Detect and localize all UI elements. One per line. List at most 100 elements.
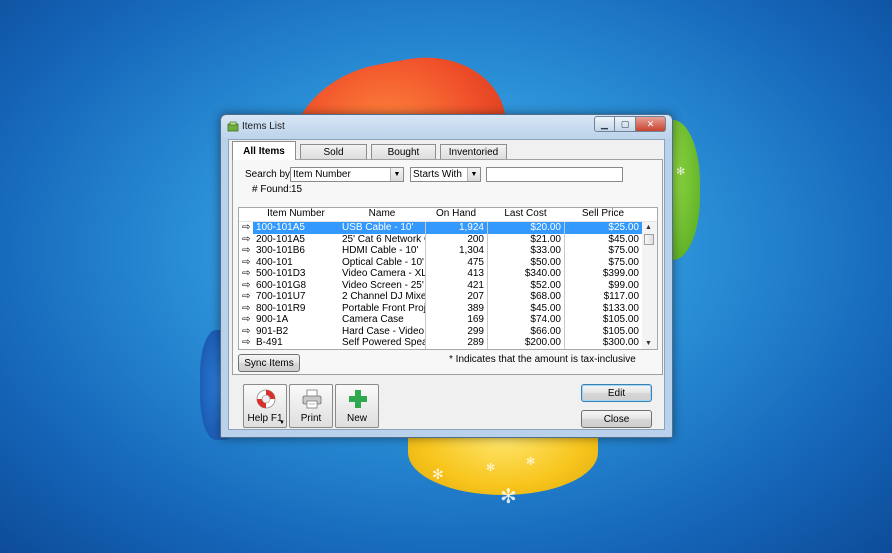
tab-all-items[interactable]: All Items xyxy=(232,141,296,160)
new-button[interactable]: New xyxy=(335,384,379,428)
last-cost-cell: $68.00 xyxy=(487,291,564,303)
item-name-cell: Optical Cable - 10' xyxy=(342,256,424,268)
column-header-last-cost[interactable]: Last Cost xyxy=(487,208,564,221)
close-label: Close xyxy=(603,413,630,425)
item-name-cell: Portable Front Projec xyxy=(342,302,425,314)
item-number-cell: 600-101G8 xyxy=(256,279,307,291)
tab-sold[interactable]: Sold xyxy=(300,144,367,160)
tab-label: All Items xyxy=(243,145,285,157)
items-grid[interactable]: Item Number Name On Hand Last Cost Sell … xyxy=(238,207,658,350)
maximize-icon: ▢ xyxy=(620,118,630,129)
all-items-panel: Search by: Item Number ▼ Starts With ▼ #… xyxy=(232,159,663,375)
item-number-cell: 800-101R9 xyxy=(256,302,306,314)
sell-price-cell: $99.00 xyxy=(564,279,642,291)
window-client-area: All Items Sold Bought Inventoried Search… xyxy=(228,139,665,430)
scrollbar-thumb[interactable] xyxy=(644,234,654,245)
table-row[interactable]: ⇨ 600-101G8 Video Screen - 25' 421 $52.00 $99… xyxy=(239,279,657,291)
sell-price-cell: $105.00 xyxy=(564,325,642,337)
close-button[interactable]: Close xyxy=(581,410,652,428)
column-header-item-number[interactable]: Item Number xyxy=(253,208,339,221)
on-hand-cell: 200 xyxy=(425,233,487,245)
table-row[interactable]: ⇨ 400-101 Optical Cable - 10' 475 $50.00 $75.… xyxy=(239,256,657,268)
search-field-select[interactable]: Item Number ▼ xyxy=(290,167,404,182)
table-row[interactable]: ⇨ 800-101R9 Portable Front Projec389$45.00… xyxy=(239,302,657,314)
item-number-cell: 500-101D3 xyxy=(256,268,306,279)
found-count: 15 xyxy=(291,184,303,195)
item-name-cell: Video Screen - 25' xyxy=(342,279,424,291)
search-mode-value: Starts With xyxy=(413,169,462,180)
wallpaper-sparkle: ✻ xyxy=(526,456,536,468)
edit-button[interactable]: Edit xyxy=(581,384,652,402)
row-indicator-icon: ⇨ xyxy=(242,302,251,314)
last-cost-cell: $200.00 xyxy=(487,337,564,349)
sell-price-cell: $45.00 xyxy=(564,233,642,245)
help-button[interactable]: Help F1 ▼ xyxy=(243,384,287,428)
sell-price-cell: $75.00 xyxy=(564,245,642,257)
table-row[interactable]: ⇨ 901-B2 Hard Case - Video 299 $66.00 $105.00 xyxy=(239,325,657,337)
tab-inventoried[interactable]: Inventoried xyxy=(440,144,507,160)
on-hand-cell: 413 xyxy=(425,268,487,280)
search-by-label: Search by: xyxy=(245,169,293,180)
row-indicator-icon: ⇨ xyxy=(242,256,251,268)
scroll-up-icon[interactable]: ▲ xyxy=(645,224,652,231)
item-number-cell: 400-101 xyxy=(256,256,293,268)
last-cost-cell: $52.00 xyxy=(487,279,564,291)
items-list-window: Items List ▁ ▢ ✕ All Items Sold Bought I… xyxy=(220,114,673,438)
tab-label: Sold xyxy=(323,147,344,158)
item-name-cell: Self Powered Speake xyxy=(342,337,425,348)
new-label: New xyxy=(346,413,367,424)
sync-items-button[interactable]: Sync Items xyxy=(238,354,300,372)
column-header-name[interactable]: Name xyxy=(339,208,425,221)
last-cost-cell: $33.00 xyxy=(487,245,564,257)
item-name-cell: Camera Case xyxy=(342,314,404,325)
on-hand-cell: 299 xyxy=(425,325,487,337)
grid-vertical-scrollbar[interactable]: ▲ ▼ xyxy=(642,222,657,349)
sync-items-label: Sync Items xyxy=(244,357,294,369)
scroll-down-icon[interactable]: ▼ xyxy=(645,340,652,347)
tax-inclusive-note: * Indicates that the amount is tax-inclu… xyxy=(449,354,636,365)
table-row[interactable]: ⇨ 700-101U7 2 Channel DJ Mixer 207 $68.00 $11… xyxy=(239,291,657,303)
row-indicator-icon: ⇨ xyxy=(242,337,251,348)
column-header-sell-price[interactable]: Sell Price xyxy=(564,208,642,221)
sell-price-cell: $25.00 xyxy=(564,222,642,234)
search-input[interactable] xyxy=(486,167,623,182)
row-indicator-icon: ⇨ xyxy=(242,268,251,279)
item-number-cell: B-491 xyxy=(256,337,283,348)
maximize-button[interactable]: ▢ xyxy=(615,116,636,132)
print-button[interactable]: Print xyxy=(289,384,333,428)
item-number-cell: 200-101A5 xyxy=(256,233,305,245)
last-cost-cell: $74.00 xyxy=(487,314,564,326)
table-row[interactable]: ⇨ 500-101D3 Video Camera - XL7 413 $340.00 $3… xyxy=(239,268,657,280)
tab-bought[interactable]: Bought xyxy=(371,144,436,160)
sell-price-cell: $105.00 xyxy=(564,314,642,326)
item-name-cell: 2 Channel DJ Mixer xyxy=(342,291,425,302)
table-row[interactable]: ⇨ 100-101A5 USB Cable - 10' 1,924 $20.00 $25.… xyxy=(239,222,657,234)
window-title: Items List xyxy=(242,121,285,132)
column-header-on-hand[interactable]: On Hand xyxy=(425,208,487,221)
search-field-value: Item Number xyxy=(293,169,351,180)
print-label: Print xyxy=(300,413,322,424)
table-row[interactable]: ⇨ 300-101B6 HDMI Cable - 10' 1,304 $33.00 $75… xyxy=(239,245,657,257)
on-hand-cell: 1,304 xyxy=(425,245,487,257)
minimize-icon: ▁ xyxy=(601,118,608,129)
search-mode-select[interactable]: Starts With ▼ xyxy=(410,167,481,182)
last-cost-cell: $20.00 xyxy=(487,222,564,234)
sell-price-cell: $399.00 xyxy=(564,268,642,280)
close-window-button[interactable]: ✕ xyxy=(636,116,666,132)
last-cost-cell: $66.00 xyxy=(487,325,564,337)
wallpaper-sparkle: ✻ xyxy=(486,462,496,474)
sell-price-cell: $75.00 xyxy=(564,256,642,268)
minimize-button[interactable]: ▁ xyxy=(594,116,615,132)
item-name-cell: Hard Case - Video xyxy=(342,325,425,337)
last-cost-cell: $45.00 xyxy=(487,302,564,314)
row-indicator-icon: ⇨ xyxy=(242,325,251,337)
table-row[interactable]: ⇨ 900-1A Camera Case 169 $74.00 $105.00 xyxy=(239,314,657,326)
table-row[interactable]: ⇨ 200-101A5 25' Cat 6 Network Ca200$21.00$… xyxy=(239,233,657,245)
sell-price-cell: $133.00 xyxy=(564,302,642,314)
lifebuoy-icon xyxy=(256,389,276,409)
grid-header: Item Number Name On Hand Last Cost Sell … xyxy=(239,208,657,222)
last-cost-cell: $21.00 xyxy=(487,233,564,245)
title-bar[interactable]: Items List ▁ ▢ ✕ xyxy=(221,115,672,139)
table-row[interactable]: ⇨ B-491 Self Powered Speake289$200.00$300.… xyxy=(239,337,657,349)
tab-strip: All Items Sold Bought Inventoried xyxy=(232,141,511,160)
